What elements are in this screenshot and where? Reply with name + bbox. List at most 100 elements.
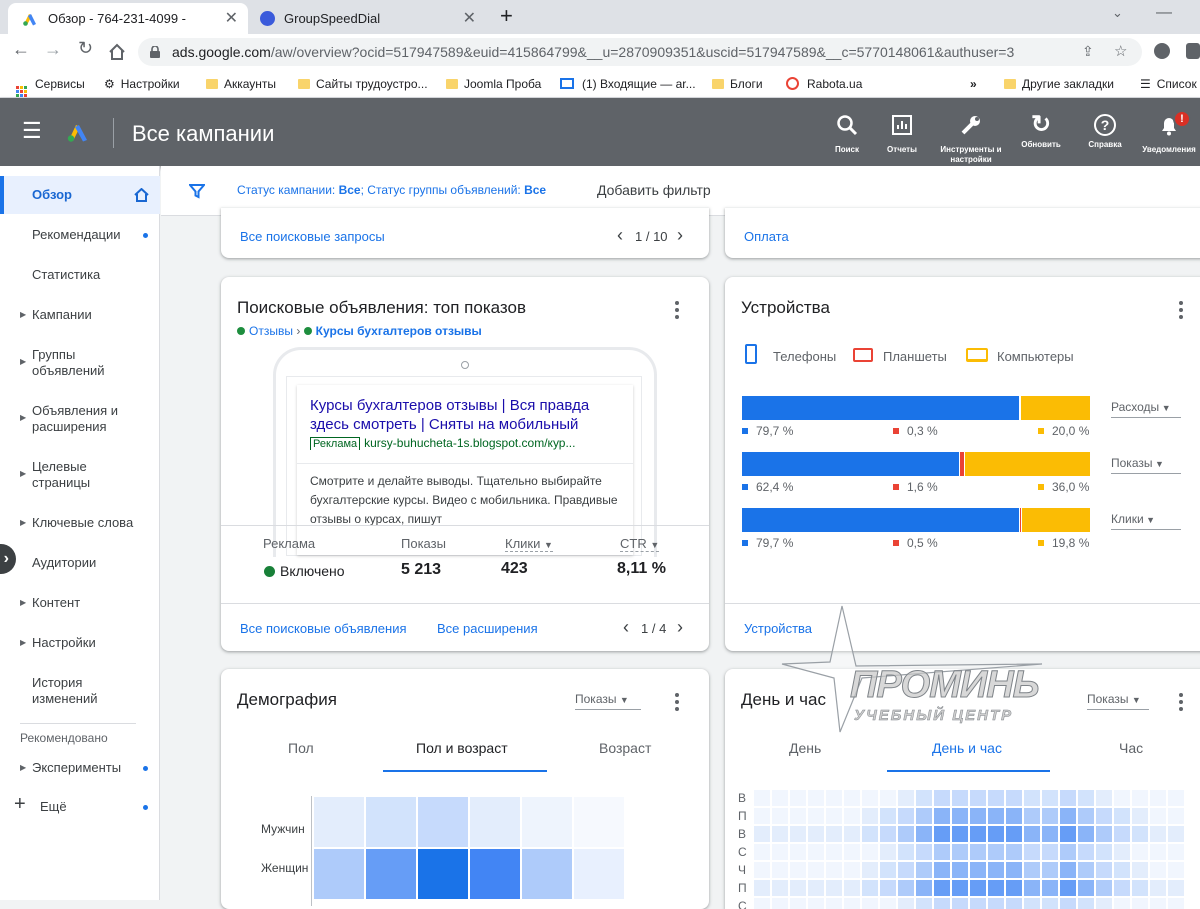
heatmap-cell[interactable] [898, 790, 914, 806]
heatmap-cell[interactable] [1024, 808, 1040, 824]
heatmap-cell[interactable] [1096, 862, 1112, 878]
all-extensions-link[interactable]: Все расширения [437, 621, 538, 636]
more-options-icon[interactable] [1179, 301, 1183, 322]
bookmark-rabota[interactable]: Rabota.ua [786, 70, 862, 98]
bookmark-blogs[interactable]: Блоги [712, 70, 763, 98]
heatmap-cell[interactable] [790, 808, 806, 824]
heatmap-cell[interactable] [952, 844, 968, 860]
heatmap-cell[interactable] [934, 790, 950, 806]
heatmap-cell[interactable] [844, 790, 860, 806]
heatmap-cell[interactable] [880, 790, 896, 806]
heatmap-cell[interactable] [970, 880, 986, 896]
profile-icon[interactable] [1186, 43, 1200, 59]
bookmark-joomla[interactable]: Joomla Проба [446, 70, 541, 98]
heatmap-cell[interactable] [970, 808, 986, 824]
forward-icon[interactable]: → [44, 39, 62, 60]
heatmap-cell[interactable] [470, 849, 520, 899]
heatmap-cell[interactable] [1096, 826, 1112, 842]
heatmap-cell[interactable] [952, 862, 968, 878]
heatmap-cell[interactable] [1114, 826, 1130, 842]
heatmap-cell[interactable] [970, 790, 986, 806]
heatmap-cell[interactable] [1024, 880, 1040, 896]
refresh-tool[interactable]: ↻ Обновить [1009, 113, 1073, 150]
tools-settings[interactable]: Инструменты и настройки [938, 114, 1004, 165]
heatmap-cell[interactable] [1132, 880, 1148, 896]
extension-icon[interactable] [1154, 43, 1170, 59]
tab-gender-age[interactable]: Пол и возраст [416, 740, 508, 756]
new-tab-icon[interactable]: + [500, 3, 513, 29]
heatmap-cell[interactable] [1132, 790, 1148, 806]
heatmap-cell[interactable] [1114, 844, 1130, 860]
heatmap-cell[interactable] [1024, 826, 1040, 842]
more-options-icon[interactable] [675, 693, 679, 714]
devices-link[interactable]: Устройства [744, 621, 812, 636]
more-bookmarks-chevron[interactable]: » [970, 70, 977, 98]
heatmap-cell[interactable] [772, 880, 788, 896]
heatmap-cell[interactable] [1006, 862, 1022, 878]
heatmap-cell[interactable] [790, 844, 806, 860]
heatmap-cell[interactable] [934, 862, 950, 878]
heatmap-cell[interactable] [574, 849, 624, 899]
filter-icon[interactable] [189, 183, 205, 199]
heatmap-cell[interactable] [916, 880, 932, 896]
heatmap-cell[interactable] [826, 880, 842, 896]
bookmark-other[interactable]: Другие закладки [1004, 70, 1114, 98]
expand-sidebar-button[interactable]: › [0, 544, 16, 574]
metric-dropdown[interactable]: Показы ▼ [1111, 456, 1181, 474]
breadcrumb-campaign[interactable]: Отзывы [249, 324, 293, 338]
menu-icon[interactable]: ☰ [22, 120, 42, 142]
heatmap-cell[interactable] [1006, 808, 1022, 824]
heatmap-cell[interactable] [808, 862, 824, 878]
heatmap-cell[interactable] [844, 862, 860, 878]
heatmap-cell[interactable] [366, 849, 416, 899]
notifications-tool[interactable]: Уведомления ! [1138, 110, 1200, 155]
metric-dropdown[interactable]: Расходы ▼ [1111, 400, 1181, 418]
tab-search-icon[interactable]: ⌄ [1112, 5, 1123, 21]
heatmap-cell[interactable] [790, 790, 806, 806]
heatmap-cell[interactable] [1114, 880, 1130, 896]
omnibox[interactable]: ads.google.com/aw/overview?ocid=51794758… [138, 38, 1142, 66]
heatmap-cell[interactable] [1132, 808, 1148, 824]
heatmap-cell[interactable] [880, 862, 896, 878]
sidebar-item-overview[interactable]: Обзор [0, 176, 160, 214]
heatmap-cell[interactable] [826, 844, 842, 860]
heatmap-cell[interactable] [916, 844, 932, 860]
heatmap-cell[interactable] [1150, 844, 1166, 860]
heatmap-cell[interactable] [754, 862, 770, 878]
star-icon[interactable]: ☆ [1114, 42, 1127, 60]
heatmap-cell[interactable] [772, 790, 788, 806]
heatmap-cell[interactable] [1078, 880, 1094, 896]
heatmap-cell[interactable] [1006, 826, 1022, 842]
heatmap-cell[interactable] [366, 797, 416, 847]
tab-gender[interactable]: Пол [288, 740, 314, 756]
tab-hour[interactable]: Час [1119, 740, 1143, 756]
heatmap-cell[interactable] [522, 797, 572, 847]
heatmap-cell[interactable] [808, 808, 824, 824]
heatmap-cell[interactable] [1096, 880, 1112, 896]
heatmap-cell[interactable] [1096, 790, 1112, 806]
heatmap-cell[interactable] [808, 790, 824, 806]
active-filters[interactable]: Статус кампании: Все; Статус группы объя… [237, 183, 546, 197]
heatmap-cell[interactable] [826, 808, 842, 824]
heatmap-cell[interactable] [1150, 826, 1166, 842]
heatmap-cell[interactable] [1168, 862, 1184, 878]
heatmap-cell[interactable] [952, 826, 968, 842]
heatmap-cell[interactable] [1078, 826, 1094, 842]
chevron-left-icon[interactable]: ‹ [623, 617, 629, 638]
heatmap-cell[interactable] [790, 880, 806, 896]
heatmap-cell[interactable] [754, 826, 770, 842]
heatmap-cell[interactable] [1078, 790, 1094, 806]
heatmap-cell[interactable] [754, 844, 770, 860]
heatmap-cell[interactable] [970, 862, 986, 878]
heatmap-cell[interactable] [1150, 880, 1166, 896]
bookmark-accounts[interactable]: Аккаунты [206, 70, 276, 98]
heatmap-cell[interactable] [898, 826, 914, 842]
share-icon[interactable]: ⇪ [1082, 43, 1094, 60]
heatmap-cell[interactable] [844, 844, 860, 860]
heatmap-cell[interactable] [1150, 808, 1166, 824]
metric-dropdown[interactable]: Показы ▼ [1087, 692, 1149, 710]
heatmap-cell[interactable] [862, 790, 878, 806]
heatmap-cell[interactable] [952, 808, 968, 824]
heatmap-cell[interactable] [826, 826, 842, 842]
heatmap-cell[interactable] [1096, 808, 1112, 824]
